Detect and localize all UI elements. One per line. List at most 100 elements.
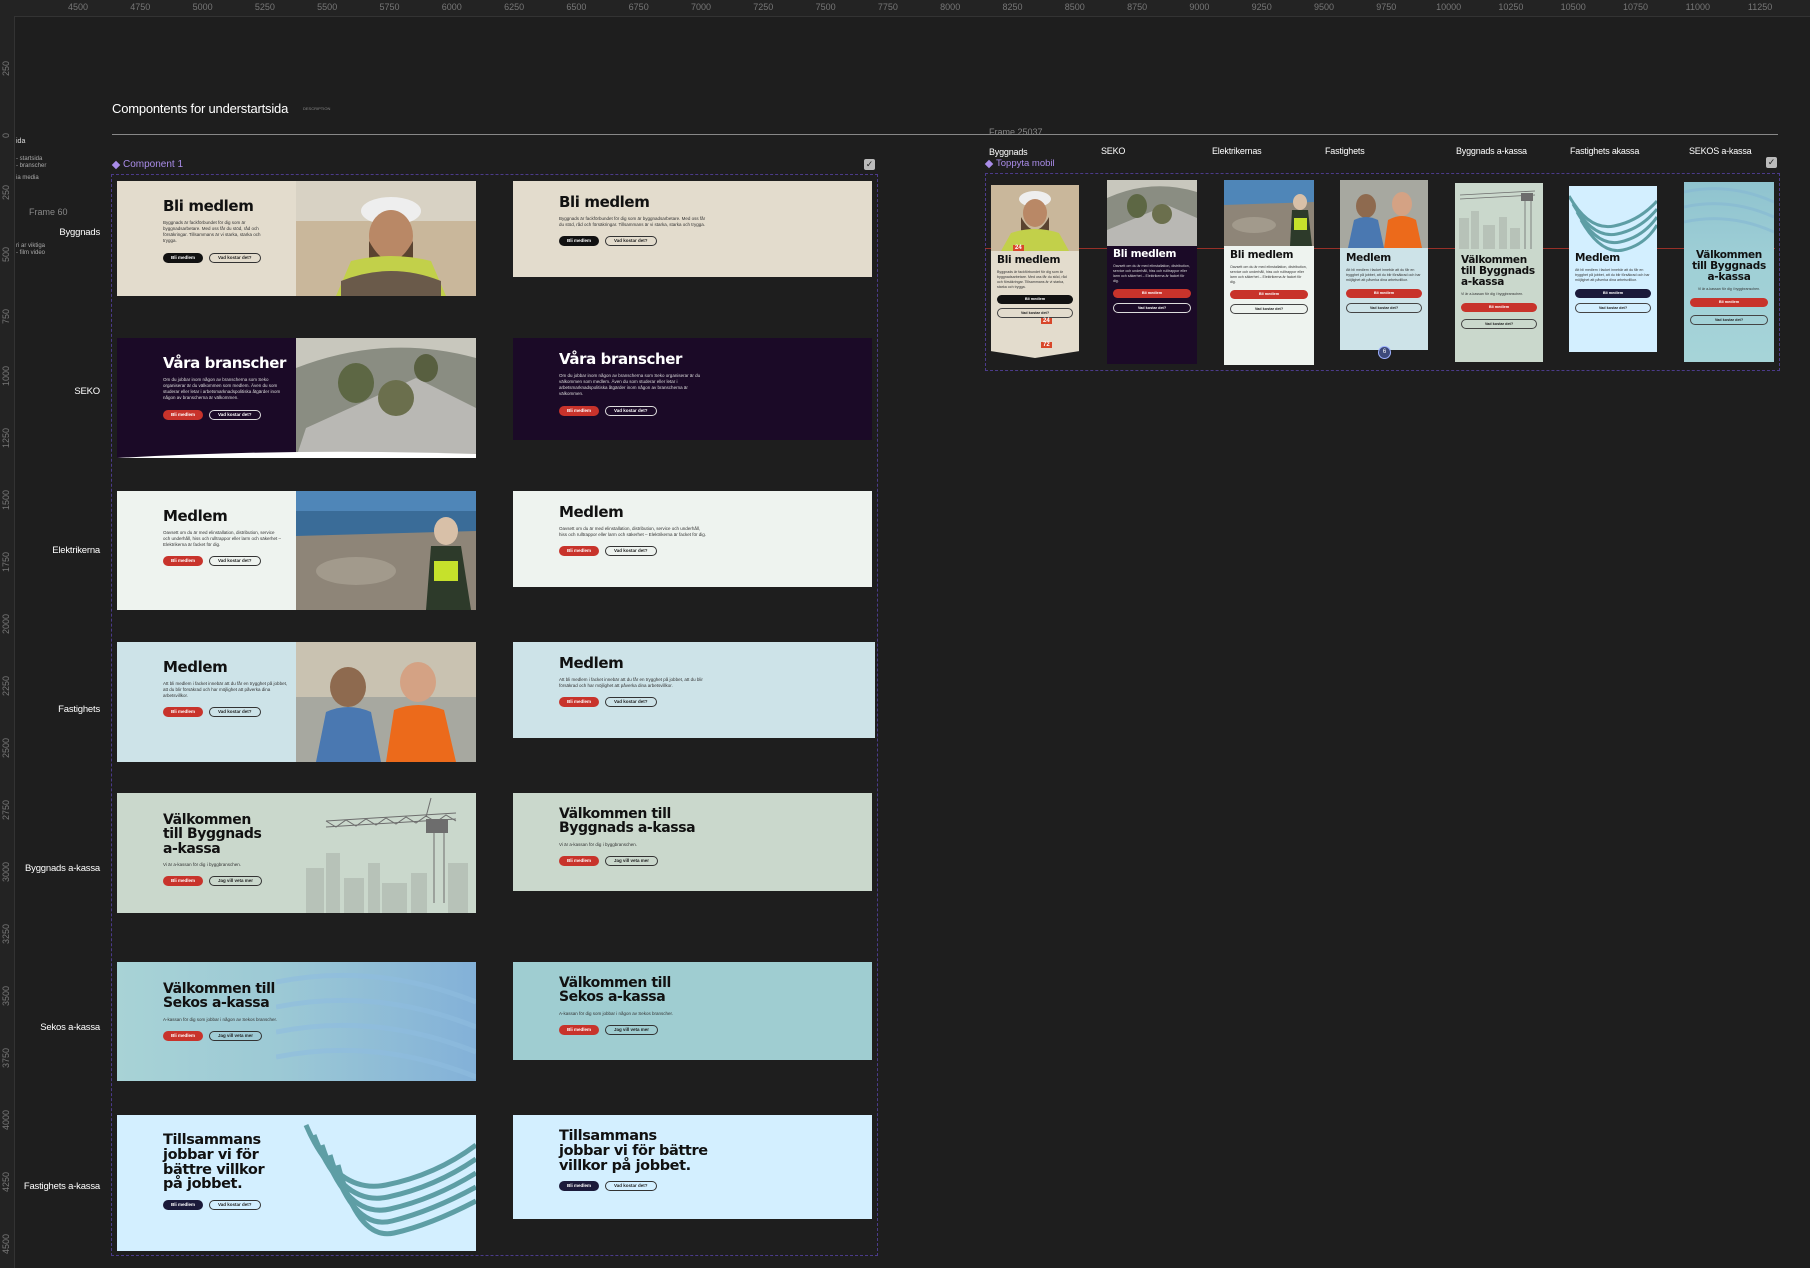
join-button[interactable]: Bli medlem — [1230, 290, 1308, 300]
banner-fast-akassa-image[interactable]: Tillsammans jobbar vi för bättre villkor… — [117, 1115, 476, 1251]
banner-seko-text[interactable]: Våra branscher Om du jobbar inom någon a… — [513, 338, 872, 440]
banner-byggnads-text[interactable]: Bli medlem Byggnads är fackförbundet för… — [513, 181, 872, 277]
join-button[interactable]: Bli medlem — [163, 409, 204, 420]
price-button[interactable]: Vad kostar det? — [1461, 318, 1537, 329]
price-button[interactable]: Vad kostar det? — [1346, 302, 1422, 313]
mobile-card-elektrikernas[interactable]: Bli medlem Oavsett om du är med elinstal… — [1224, 180, 1314, 365]
row-label-seko: SEKO — [74, 386, 100, 397]
join-button[interactable]: Bli medlem — [163, 556, 204, 567]
banner-title: Medlem — [163, 507, 228, 525]
ruler-tick-label: 6000 — [441, 2, 462, 12]
coast-worker-photo — [1224, 180, 1314, 246]
ruler-tick-label: 5250 — [254, 2, 275, 12]
mobile-card-fastighets-akassa[interactable]: Medlem Att bli medlem i facket innebär a… — [1569, 186, 1657, 352]
price-button[interactable]: Vad kostar det? — [1230, 304, 1308, 315]
join-button[interactable]: Bli medlem — [559, 1024, 600, 1035]
price-button[interactable]: Vad kostar det? — [605, 236, 657, 247]
layer-item[interactable]: - startsida — [16, 156, 42, 162]
banner-title: Tillsammans jobbar vi för bättre villkor… — [163, 1132, 265, 1193]
join-button[interactable]: Bli medlem — [559, 405, 600, 416]
page-title[interactable]: Compontents for understartsida — [112, 101, 288, 116]
price-button[interactable]: Vad kostar det? — [1690, 314, 1768, 325]
join-button[interactable]: Bli medlem — [559, 1181, 600, 1192]
price-button[interactable]: Vad kostar det? — [605, 546, 657, 557]
layer-item[interactable]: - branscher — [16, 163, 46, 169]
join-button[interactable]: Bli medlem — [1113, 289, 1191, 299]
component-icon — [111, 160, 121, 169]
ruler-tick-label: 9500 — [1313, 2, 1335, 12]
price-button[interactable]: Vad kostar det? — [209, 556, 261, 567]
join-button[interactable]: Bli medlem — [997, 295, 1073, 305]
layer-item[interactable]: ida — [16, 138, 25, 145]
banner-body: Att bli medlem i facket innebär att du f… — [559, 677, 703, 689]
price-button[interactable]: Vad kostar det? — [209, 252, 261, 263]
mobile-body: Att bli medlem i facket innebär att du f… — [1575, 268, 1650, 282]
ruler-tick-label: 6250 — [504, 2, 525, 12]
join-button[interactable]: Bli medlem — [559, 697, 600, 708]
banner-byggnads-image[interactable]: Bli medlem Byggnads är fackförbundet för… — [117, 181, 476, 296]
price-button[interactable]: Vad kostar det? — [605, 1181, 657, 1192]
join-button[interactable]: Bli medlem — [559, 855, 600, 866]
price-button[interactable]: Vad kostar det? — [1575, 302, 1651, 313]
price-button[interactable]: Vad kostar det? — [209, 409, 261, 420]
frame-label-left[interactable]: Frame 60 — [29, 207, 68, 217]
join-button[interactable]: Bli medlem — [163, 875, 204, 886]
join-button[interactable]: Bli medlem — [163, 1030, 204, 1041]
mobile-component-checkbox[interactable]: ✓ — [1766, 157, 1777, 168]
read-more-button[interactable]: Jag vill veta mer — [209, 1030, 263, 1041]
mobile-card-seko[interactable]: Bli medlem Oavsett om du är med elinstal… — [1107, 180, 1197, 364]
mobile-card-fastighets[interactable]: Medlem Att bli medlem i facket innebär a… — [1340, 180, 1428, 350]
mobile-card-sekos-akassa[interactable]: Välkommen till Byggnads a-kassa Vi är a-… — [1684, 182, 1774, 362]
banner-fast-image[interactable]: Medlem Att bli medlem i facket innebär a… — [117, 642, 476, 762]
row-label-sekos-akassa: Sekos a-kassa — [40, 1022, 100, 1033]
banner-body: A-kassan för dig som jobbar i någon av S… — [559, 1010, 674, 1016]
banner-sekos-akassa-text[interactable]: Välkommen till Sekos a-kassa A-kassan fö… — [513, 962, 872, 1060]
mobile-component-label[interactable]: Toppyta mobil — [984, 158, 1055, 169]
banner-seko-image[interactable]: Våra branscher Om du jobbar inom någon a… — [117, 338, 476, 458]
banner-el-text[interactable]: Medlem Oavsett om du är med elinstallati… — [513, 491, 872, 587]
banner-fast-text[interactable]: Medlem Att bli medlem i facket innebär a… — [513, 642, 875, 738]
join-button[interactable]: Bli medlem — [163, 1200, 204, 1211]
price-button[interactable]: Vad kostar det? — [997, 308, 1073, 319]
component-checkbox[interactable]: ✓ — [864, 159, 875, 170]
mobile-card-byggnads[interactable]: 24 Bli medlem Byggnads är fackförbundet … — [991, 185, 1079, 358]
flag-ribbon-illustration — [1569, 195, 1657, 252]
spacing-badge: 24 — [1041, 318, 1052, 324]
banner-bygg-akassa-text[interactable]: Välkommen till Byggnads a-kassa Vi är a-… — [513, 793, 872, 891]
price-button[interactable]: Vad kostar det? — [209, 1200, 261, 1211]
layer-item[interactable]: ia media — [16, 175, 39, 181]
join-button[interactable]: Bli medlem — [163, 707, 204, 718]
mobile-card-byggnads-akassa[interactable]: Välkommen till Byggnads a-kassa Vi är a-… — [1455, 183, 1543, 362]
component-label[interactable]: Component 1 — [111, 159, 183, 170]
column-label-seko: SEKO — [1101, 146, 1126, 156]
price-button[interactable]: Vad kostar det? — [1113, 303, 1191, 314]
join-button[interactable]: Bli medlem — [1461, 302, 1537, 312]
banner-title: Medlem — [559, 503, 624, 521]
read-more-button[interactable]: Jag vill veta mer — [605, 1024, 659, 1035]
row-label-byggnads-akassa: Byggnads a-kassa — [25, 863, 100, 874]
banner-el-image[interactable]: Medlem Oavsett om du är med elinstallati… — [117, 491, 476, 610]
comment-marker[interactable]: 6 — [1378, 346, 1391, 359]
join-button[interactable]: Bli medlem — [1690, 297, 1768, 307]
banner-fast-akassa-text[interactable]: Tillsammans jobbar vi för bättre villkor… — [513, 1115, 872, 1219]
layer-item[interactable]: ri ar viktiga — [16, 243, 45, 249]
read-more-button[interactable]: Jag vill veta mer — [209, 875, 263, 886]
price-button[interactable]: Vad kostar det? — [209, 707, 261, 718]
read-more-button[interactable]: Jag vill veta mer — [605, 855, 659, 866]
banner-title: Våra branscher — [163, 354, 287, 372]
banner-title: Medlem — [163, 658, 228, 676]
price-button[interactable]: Vad kostar det? — [605, 697, 657, 708]
join-button[interactable]: Bli medlem — [559, 236, 600, 247]
join-button[interactable]: Bli medlem — [163, 252, 204, 263]
mobile-title: Bli medlem — [1113, 248, 1177, 260]
banner-body: Oavsett om du är med elinstallation, dis… — [163, 530, 282, 548]
layer-item[interactable]: - film video — [16, 250, 45, 256]
frame-label-right[interactable]: Frame 25037 — [989, 127, 1043, 137]
join-button[interactable]: Bli medlem — [1346, 288, 1422, 298]
join-button[interactable]: Bli medlem — [559, 546, 600, 557]
price-button[interactable]: Vad kostar det? — [605, 405, 657, 416]
join-button[interactable]: Bli medlem — [1575, 288, 1651, 298]
banner-bygg-akassa-image[interactable]: Välkommen till Byggnads a-kassa Vi är a-… — [117, 793, 476, 913]
banner-sekos-akassa-image[interactable]: Välkommen till Sekos a-kassa A-kassan fö… — [117, 962, 476, 1081]
banner-body: Vi är a-kassan för dig i byggbranschen. — [163, 861, 241, 867]
